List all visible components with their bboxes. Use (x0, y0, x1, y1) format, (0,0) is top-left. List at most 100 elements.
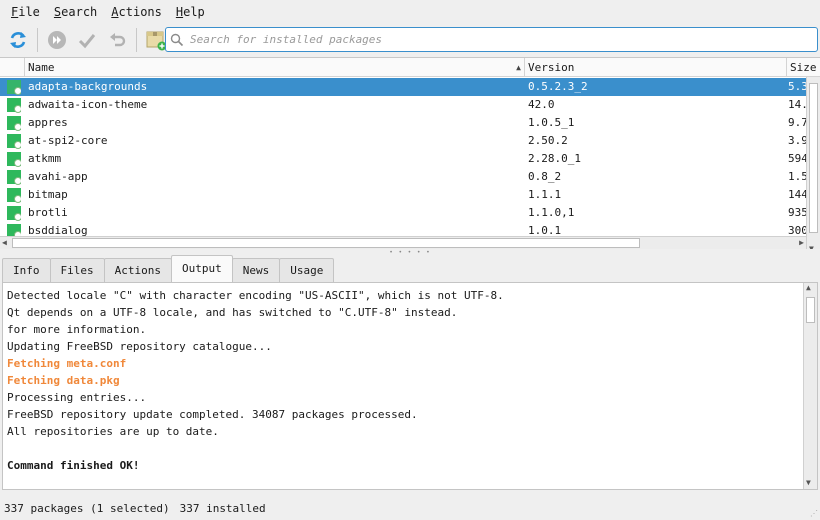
output-line: Command finished OK! (7, 459, 140, 472)
table-vertical-scrollbar[interactable]: ▼ (806, 77, 820, 249)
table-body: adapta-backgrounds 0.5.2.3_2 5.3 adwaita-ic… (0, 78, 806, 236)
column-header-size[interactable]: Size (786, 58, 820, 77)
package-status-icon (3, 204, 21, 222)
package-status-icon (3, 96, 21, 114)
fast-forward-icon (48, 31, 66, 49)
tab-news[interactable]: News (231, 258, 281, 282)
table-row[interactable]: at-spi2-core 2.50.2 3.9 (0, 132, 806, 150)
scroll-left-arrow-icon[interactable]: ◀ (2, 237, 7, 249)
package-status-icon (3, 168, 21, 186)
table-row[interactable]: avahi-app 0.8_2 1.5 (0, 168, 806, 186)
package-name: bitmap (28, 188, 68, 201)
output-line: FreeBSD repository update completed. 340… (7, 408, 418, 421)
package-name: atkmm (28, 152, 62, 165)
menu-file[interactable]: File (4, 0, 47, 24)
package-size: 300 (788, 224, 806, 236)
tab-actions[interactable]: Actions (103, 258, 172, 282)
output-text: Detected locale "C" with character encod… (7, 287, 802, 474)
tab-files[interactable]: Files (49, 258, 105, 282)
package-name: adapta-backgrounds (28, 80, 148, 93)
column-header-version[interactable]: Version (524, 58, 786, 77)
status-installed-count: 337 installed (179, 501, 266, 515)
package-size: 935 (788, 206, 806, 219)
scrollbar-thumb[interactable] (12, 238, 640, 248)
tab-output[interactable]: Output (170, 255, 233, 282)
tab-info[interactable]: Info (2, 258, 51, 282)
output-line: Qt depends on a UTF-8 locale, and has sw… (7, 306, 458, 319)
package-version: 0.5.2.3_2 (528, 80, 588, 93)
table-row[interactable]: adapta-backgrounds 0.5.2.3_2 5.3 (0, 78, 806, 96)
column-header-icon[interactable] (0, 58, 24, 77)
package-version: 1.0.1 (528, 224, 562, 236)
resize-grip-icon[interactable]: ⋰ (810, 509, 818, 518)
commit-button[interactable] (72, 25, 102, 55)
output-line: Updating FreeBSD repository catalogue... (7, 340, 272, 353)
package-version: 0.8_2 (528, 170, 562, 183)
output-vertical-scrollbar[interactable]: ▲ ▼ (803, 283, 817, 489)
package-version: 1.1.0,1 (528, 206, 575, 219)
output-line: Detected locale "C" with character encod… (7, 289, 504, 302)
menu-actions[interactable]: Actions (104, 0, 169, 24)
search-input[interactable] (190, 33, 790, 46)
scrollbar-thumb[interactable] (809, 83, 818, 233)
sort-ascending-icon: ▲ (516, 63, 521, 72)
search-icon (170, 33, 184, 46)
package-status-icon (3, 150, 21, 168)
package-size: 1.5 (788, 170, 806, 183)
table-row[interactable]: appres 1.0.5_1 9.7 (0, 114, 806, 132)
table-row[interactable]: adwaita-icon-theme 42.0 14. (0, 96, 806, 114)
package-size: 14. (788, 98, 806, 111)
tab-usage[interactable]: Usage (279, 258, 335, 282)
package-size: 594 (788, 152, 806, 165)
package-name: appres (28, 116, 68, 129)
checkmark-icon (78, 34, 96, 49)
output-line: Fetching data.pkg (7, 374, 120, 387)
upgrade-button[interactable] (42, 25, 72, 55)
details-tab-bar: Info Files Actions Output News Usage (2, 255, 335, 282)
table-header: Name ▲ Version Size (0, 58, 820, 77)
output-line: Processing entries... (7, 391, 147, 404)
package-table: Name ▲ Version Size adapta-backgrounds 0.… (0, 57, 820, 249)
menu-help[interactable]: Help (169, 0, 212, 24)
scroll-right-arrow-icon[interactable]: ▶ (799, 237, 804, 249)
menu-search[interactable]: Search (47, 0, 104, 24)
table-row[interactable]: bsddialog 1.0.1 300 (0, 222, 806, 236)
output-line: All repositories are up to date. (7, 425, 219, 438)
package-status-icon (3, 78, 21, 96)
package-status-icon (3, 132, 21, 150)
package-status-icon (3, 114, 21, 132)
sync-icon (10, 32, 26, 48)
package-version: 2.28.0_1 (528, 152, 581, 165)
scroll-up-arrow-icon[interactable]: ▲ (806, 283, 811, 292)
column-header-name[interactable]: Name ▲ (24, 58, 524, 77)
pane-splitter-handle[interactable]: • • • • • (0, 248, 820, 256)
undo-icon (110, 33, 126, 47)
table-row[interactable]: atkmm 2.28.0_1 594 (0, 150, 806, 168)
package-name: bsddialog (28, 224, 88, 236)
package-name: brotli (28, 206, 68, 219)
scrollbar-thumb[interactable] (806, 297, 815, 323)
table-horizontal-scrollbar[interactable]: ◀ ▶ (0, 236, 806, 249)
status-package-count: 337 packages (1 selected) (4, 501, 170, 515)
package-version: 42.0 (528, 98, 555, 111)
table-row[interactable]: brotli 1.1.0,1 935 (0, 204, 806, 222)
toolbar-separator (136, 28, 137, 52)
table-row[interactable]: bitmap 1.1.1 144 (0, 186, 806, 204)
package-name: at-spi2-core (28, 134, 108, 147)
cancel-button[interactable] (102, 25, 132, 55)
package-add-icon (146, 31, 167, 51)
grip-dots-icon: • • • • • (389, 248, 431, 256)
package-name: avahi-app (28, 170, 88, 183)
output-panel: Detected locale "C" with character encod… (2, 282, 818, 490)
scroll-down-arrow-icon[interactable]: ▼ (806, 478, 811, 487)
sync-database-button[interactable] (3, 25, 33, 55)
package-status-icon (3, 222, 21, 236)
package-version: 1.1.1 (528, 188, 562, 201)
menu-bar: File Search Actions Help (0, 0, 820, 24)
output-line: for more information. (7, 323, 147, 336)
package-version: 1.0.5_1 (528, 116, 575, 129)
search-box[interactable] (165, 27, 818, 52)
package-size: 5.3 (788, 80, 806, 93)
output-line: Fetching meta.conf (7, 357, 127, 370)
